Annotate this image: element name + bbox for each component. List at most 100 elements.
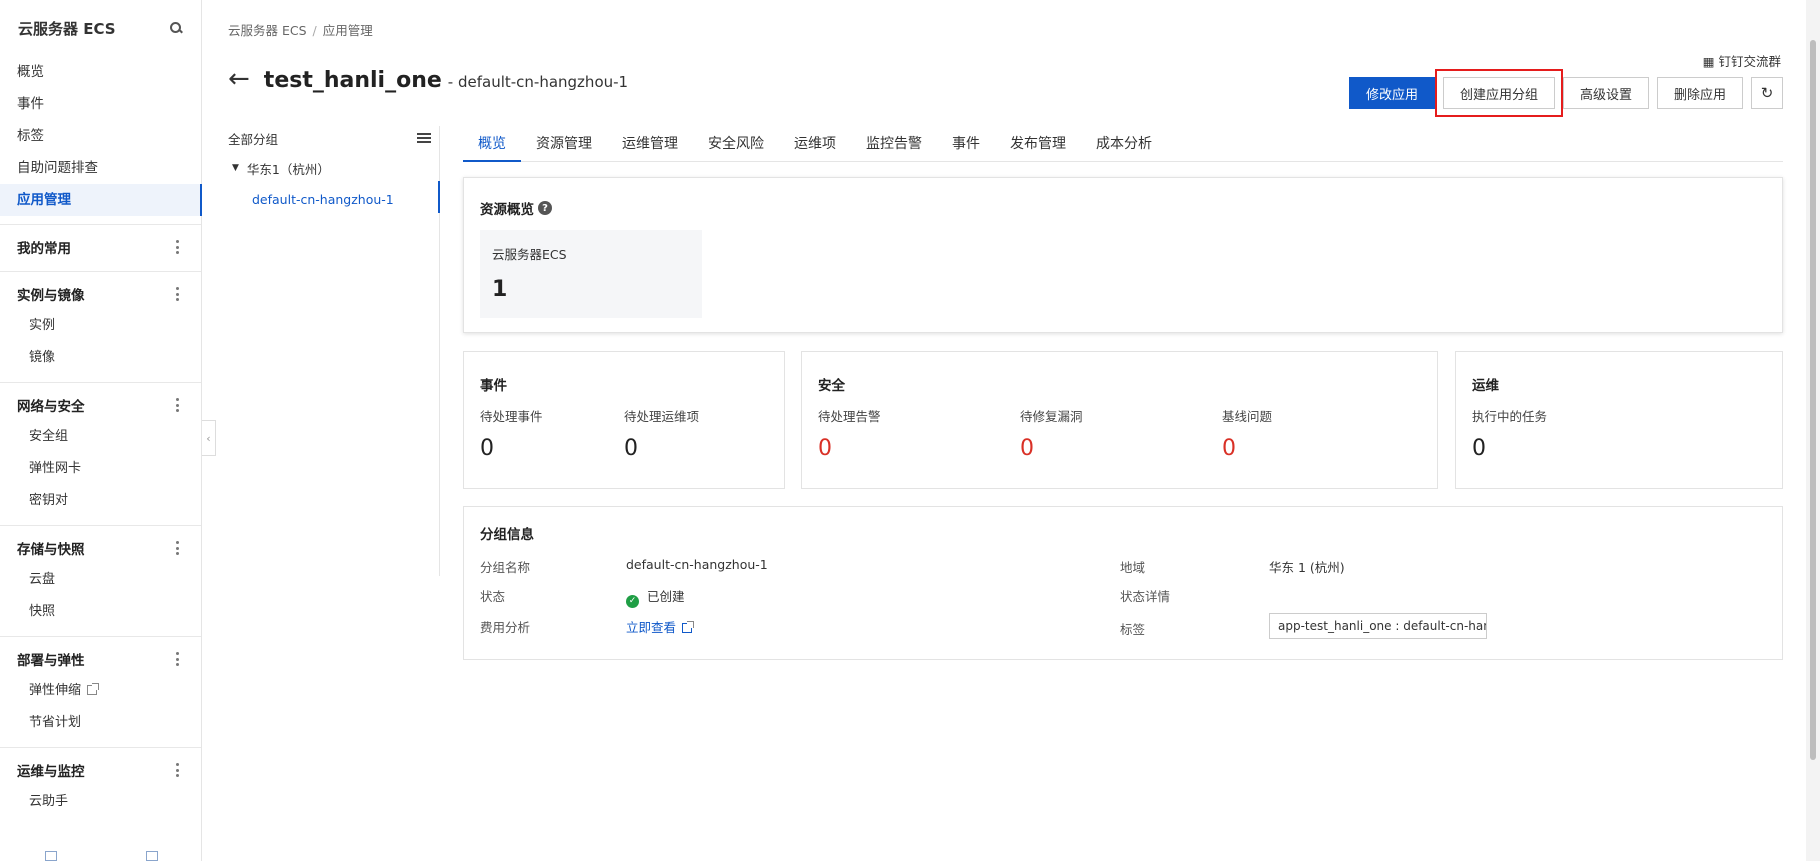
caret-down-icon[interactable]: ▼ bbox=[232, 163, 239, 173]
layout-icon[interactable] bbox=[145, 851, 158, 861]
group-tree: 全部分组 ▼ 华东1（杭州） default-cn-hangzhou-1 bbox=[228, 126, 440, 576]
sidebar-item-security-groups[interactable]: 安全组 bbox=[0, 421, 201, 453]
tab-security-risk[interactable]: 安全风险 bbox=[693, 130, 779, 161]
sidebar-item-tags[interactable]: 标签 bbox=[0, 120, 201, 152]
more-icon[interactable] bbox=[175, 287, 179, 301]
tree-node-region[interactable]: ▼ 华东1（杭州） bbox=[228, 154, 439, 182]
help-icon[interactable]: ? bbox=[538, 201, 552, 215]
tab-events[interactable]: 事件 bbox=[937, 130, 995, 161]
baseline-issues-value[interactable]: 0 bbox=[1222, 436, 1236, 461]
delete-app-button[interactable]: 删除应用 bbox=[1656, 77, 1743, 109]
tree-node-label: 华东1（杭州） bbox=[246, 161, 330, 177]
tab-monitoring[interactable]: 监控告警 bbox=[851, 130, 937, 161]
sidebar-item-overview[interactable]: 概览 bbox=[0, 56, 201, 88]
sidebar-item-events[interactable]: 事件 bbox=[0, 88, 201, 120]
more-icon[interactable] bbox=[175, 763, 179, 777]
sidebar-header: 云服务器 ECS bbox=[0, 0, 201, 56]
create-group-button[interactable]: 创建应用分组 bbox=[1434, 69, 1563, 117]
tree-header-label[interactable]: 全部分组 bbox=[228, 129, 278, 148]
sidebar-group-label: 存储与快照 bbox=[17, 542, 85, 558]
scrollbar-thumb[interactable] bbox=[1810, 40, 1816, 760]
qrcode-icon: ▦ bbox=[1702, 54, 1719, 69]
sidebar-group-header[interactable]: 运维与监控 bbox=[0, 754, 201, 786]
cost-link-text: 立即查看 bbox=[626, 620, 677, 635]
edit-app-button[interactable]: 修改应用 bbox=[1348, 77, 1435, 109]
search-icon[interactable] bbox=[169, 21, 183, 35]
back-arrow-icon[interactable]: ← bbox=[228, 66, 250, 92]
pending-ops-value[interactable]: 0 bbox=[624, 436, 638, 461]
sidebar-group-header[interactable]: 我的常用 bbox=[0, 231, 201, 263]
sidebar-item-savings-plan[interactable]: 节省计划 bbox=[0, 707, 201, 739]
tab-cost[interactable]: 成本分析 bbox=[1081, 130, 1167, 161]
tag-label: 标签 bbox=[1120, 622, 1146, 637]
sidebar-item-disks[interactable]: 云盘 bbox=[0, 564, 201, 596]
pending-events-label: 待处理事件 bbox=[480, 409, 543, 424]
pending-events-value[interactable]: 0 bbox=[480, 436, 494, 461]
ops-card-title: 运维 bbox=[1472, 378, 1499, 394]
ecs-tile-label: 云服务器ECS bbox=[492, 247, 567, 262]
status-detail-label: 状态详情 bbox=[1120, 589, 1171, 604]
dingtalk-link[interactable]: ▦ 钉钉交流群 bbox=[1703, 51, 1781, 70]
sidebar-group-header[interactable]: 网络与安全 bbox=[0, 389, 201, 421]
sidebar-item-cloud-assistant[interactable]: 云助手 bbox=[0, 786, 201, 818]
refresh-icon[interactable]: ↻ bbox=[1751, 77, 1783, 109]
breadcrumb-app-management[interactable]: 应用管理 bbox=[323, 23, 373, 38]
sidebar-item-instances[interactable]: 实例 bbox=[0, 310, 201, 342]
check-circle-icon: ✓ bbox=[626, 594, 639, 608]
cost-analysis-label: 费用分析 bbox=[480, 620, 531, 635]
pending-alerts-value[interactable]: 0 bbox=[818, 436, 832, 461]
tab-release[interactable]: 发布管理 bbox=[995, 130, 1081, 161]
breadcrumb: 云服务器 ECS / 应用管理 bbox=[228, 20, 373, 39]
tab-ops-items[interactable]: 运维项 bbox=[779, 130, 851, 161]
sidebar-item-app-management[interactable]: 应用管理 bbox=[0, 184, 202, 216]
sidebar-group-header[interactable]: 实例与镜像 bbox=[0, 278, 201, 310]
sidebar-item-autoscaling[interactable]: 弹性伸缩 bbox=[0, 675, 201, 707]
more-icon[interactable] bbox=[175, 240, 179, 254]
sidebar-item-keypairs[interactable]: 密钥对 bbox=[0, 485, 201, 517]
dingtalk-label: 钉钉交流群 bbox=[1718, 54, 1781, 69]
sidebar-group-favorites: 我的常用 bbox=[0, 224, 201, 263]
sidebar-group-label: 实例与镜像 bbox=[17, 288, 85, 304]
sidebar-item-snapshots[interactable]: 快照 bbox=[0, 596, 201, 628]
app-root: 云服务器 ECS 概览 事件 标签 自助问题排查 应用管理 我的常用 实例与镜像… bbox=[0, 0, 1820, 861]
swap-icon[interactable] bbox=[44, 851, 57, 861]
resource-overview-card: 资源概览 ? 云服务器ECS 1 bbox=[463, 177, 1783, 333]
tag-badge[interactable]: app-test_hanli_one : default-cn-han... bbox=[1269, 613, 1487, 639]
more-icon[interactable] bbox=[175, 398, 179, 412]
region-label: 地域 bbox=[1120, 560, 1146, 575]
cost-analysis-link[interactable]: 立即查看 bbox=[626, 617, 695, 636]
group-name-label: 分组名称 bbox=[480, 560, 531, 575]
breadcrumb-ecs[interactable]: 云服务器 ECS bbox=[228, 23, 307, 38]
tab-resources[interactable]: 资源管理 bbox=[521, 130, 607, 161]
collapse-tree-icon[interactable] bbox=[417, 133, 431, 143]
pending-vulns-value[interactable]: 0 bbox=[1020, 436, 1034, 461]
tab-ops-management[interactable]: 运维管理 bbox=[607, 130, 693, 161]
advanced-settings-button[interactable]: 高级设置 bbox=[1562, 77, 1649, 109]
resource-overview-header: 资源概览 ? bbox=[480, 198, 552, 218]
more-icon[interactable] bbox=[175, 652, 179, 666]
sidebar-item-self-troubleshoot[interactable]: 自助问题排查 bbox=[0, 152, 201, 184]
tree-leaf-group[interactable]: default-cn-hangzhou-1 bbox=[228, 181, 440, 213]
breadcrumb-separator: / bbox=[312, 23, 317, 38]
sidebar-group-label: 运维与监控 bbox=[17, 764, 85, 780]
status-label: 状态 bbox=[480, 589, 506, 604]
tab-bar: 概览 资源管理 运维管理 安全风险 运维项 监控告警 事件 发布管理 成本分析 bbox=[463, 130, 1783, 162]
sidebar-item-images[interactable]: 镜像 bbox=[0, 342, 201, 374]
sidebar-group-header[interactable]: 部署与弹性 bbox=[0, 643, 201, 675]
status-value: ✓ 已创建 bbox=[626, 586, 685, 608]
resource-overview-title: 资源概览 bbox=[480, 202, 534, 218]
sidebar-group-deploy: 部署与弹性 弹性伸缩 节省计划 bbox=[0, 636, 201, 739]
sidebar-item-eni[interactable]: 弹性网卡 bbox=[0, 453, 201, 485]
more-icon[interactable] bbox=[175, 541, 179, 555]
ecs-resource-tile[interactable]: 云服务器ECS 1 bbox=[480, 230, 702, 318]
sidebar-group-header[interactable]: 存储与快照 bbox=[0, 532, 201, 564]
sidebar-group-label: 我的常用 bbox=[17, 241, 71, 257]
sidebar-group-storage: 存储与快照 云盘 快照 bbox=[0, 525, 201, 628]
sidebar-group-instances: 实例与镜像 实例 镜像 bbox=[0, 271, 201, 374]
pending-vulns-label: 待修复漏洞 bbox=[1020, 409, 1083, 424]
sidebar-group-network: 网络与安全 安全组 弹性网卡 密钥对 bbox=[0, 382, 201, 517]
page-scrollbar[interactable] bbox=[1806, 0, 1820, 861]
running-tasks-value[interactable]: 0 bbox=[1472, 436, 1486, 461]
sidebar-footer bbox=[0, 837, 202, 861]
tab-overview[interactable]: 概览 bbox=[463, 130, 521, 162]
